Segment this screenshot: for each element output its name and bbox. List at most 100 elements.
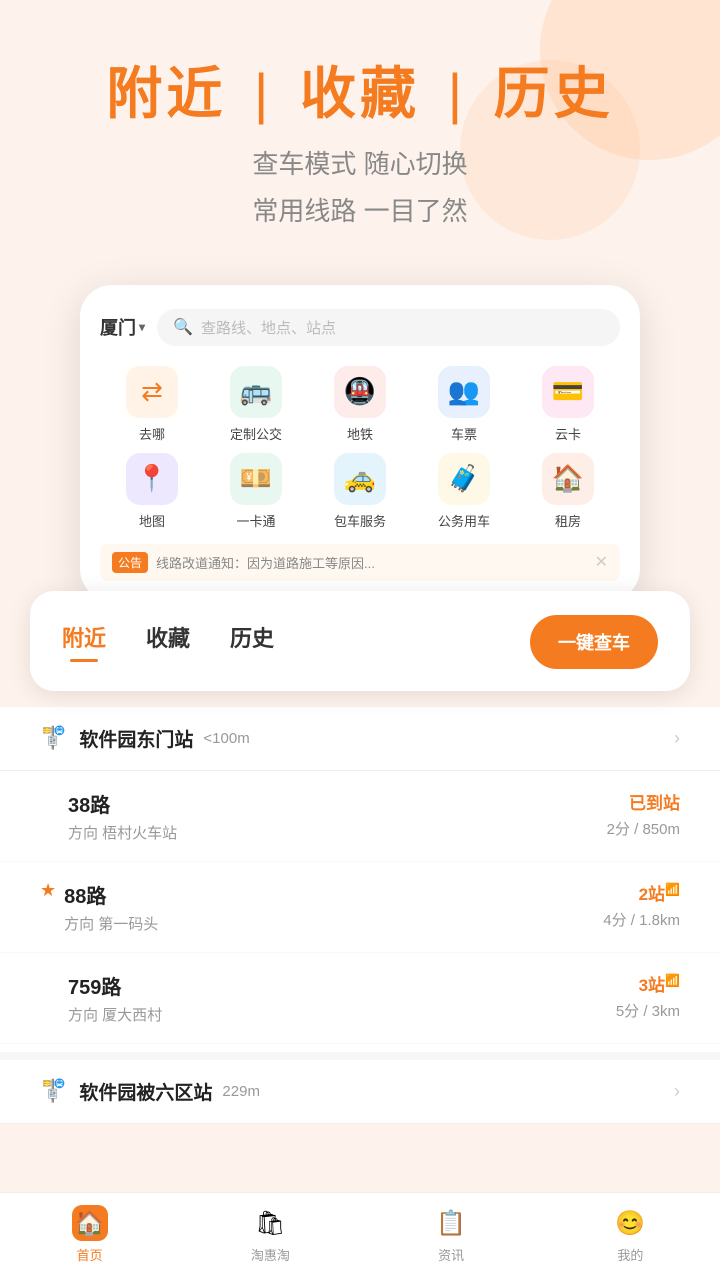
shop-icon: 🛍 [252,1205,288,1241]
one-click-check-button[interactable]: 一键查车 [530,615,658,669]
bus-row-38[interactable]: 38路 方向 梧村火车站 已到站 2分 / 850m [0,771,720,862]
news-icon: 📋 [433,1205,469,1241]
bus-38-status-text: 已到站 [607,789,680,814]
station-distance-1: <100m [203,730,249,747]
grid-item-yunka[interactable]: 💳 云卡 [516,366,620,443]
grid-item-charter[interactable]: 🚕 包车服务 [308,453,412,530]
grid-item-ticket[interactable]: 👥 车票 [412,366,516,443]
grid-item-custom-bus[interactable]: 🚌 定制公交 [204,366,308,443]
bus-row-88[interactable]: ★ 88路 方向 第一码头 2站📶 4分 / 1.8km [0,862,720,953]
station-header-1[interactable]: 🚏 软件园东门站 <100m › [0,707,720,771]
tab-history[interactable]: 历史 [230,621,274,662]
bus-38-direction: 方向 梧村火车站 [68,822,177,843]
subtitle-line2: 常用线路 一目了然 [40,188,680,235]
yunka-label: 云卡 [555,424,581,443]
bus-88-left: ★ 88路 方向 第一码头 [40,880,158,934]
title-part2: 收藏 [300,62,420,125]
announcement-text: 线路改道通知：因为道路施工等原因... [156,553,587,572]
announcement-tag: 公告 [112,552,148,573]
rent-icon: 🏠 [542,453,594,505]
phone-mockup: 厦门 ▾ 🔍 查路线、地点、站点 ⇄ 去哪 🚌 定制公交 🚇 地铁 [80,285,640,601]
official-car-label: 公务用车 [438,511,490,530]
title-part1: 附近 [106,62,226,125]
wifi-icon-88: 📶 [665,882,680,896]
map-label: 地图 [139,511,165,530]
ticket-label: 车票 [451,424,477,443]
tab-nearby-label: 附近 [62,621,106,653]
bus-38-status: 已到站 2分 / 850m [607,789,680,839]
nav-home[interactable]: 🏠 首页 [72,1205,108,1264]
grid-item-map[interactable]: 📍 地图 [100,453,204,530]
announcement-close-icon[interactable]: ✕ [595,552,608,572]
bus-88-info: 88路 方向 第一码头 [64,880,158,934]
ticket-icon: 👥 [438,366,490,418]
city-name: 厦门 [100,314,136,340]
tab-favorites[interactable]: 收藏 [146,621,190,662]
grid-item-rent[interactable]: 🏠 租房 [516,453,620,530]
bus-88-direction: 方向 第一码头 [64,913,158,934]
station-list: 🚏 软件园东门站 <100m › 38路 方向 梧村火车站 已到站 2分 / 8… [0,707,720,1124]
rent-label: 租房 [555,511,581,530]
bus-88-star-icon: ★ [40,880,56,901]
phone-icon-grid: ⇄ 去哪 🚌 定制公交 🚇 地铁 👥 车票 💳 云卡 📍 地 [100,366,620,530]
nav-home-label: 首页 [77,1245,103,1264]
search-bar[interactable]: 🔍 查路线、地点、站点 [157,309,620,346]
yunka-icon: 💳 [542,366,594,418]
nav-news[interactable]: 📋 资讯 [433,1205,469,1264]
station-header-2[interactable]: 🚏 软件园被六区站 229m › [0,1052,720,1124]
header-subtitle: 查车模式 随心切换 常用线路 一目了然 [40,141,680,235]
yikatong-icon: 💴 [230,453,282,505]
metro-icon: 🚇 [334,366,386,418]
bus-759-status-text: 3站📶 [616,971,680,996]
tab-nearby[interactable]: 附近 [62,621,106,662]
bus-88-status-text: 2站📶 [603,880,680,905]
title-part3: 历史 [494,62,614,125]
search-placeholder-text: 查路线、地点、站点 [201,317,336,338]
nav-shop[interactable]: 🛍 淘惠淘 [251,1205,290,1264]
tab-nearby-underline [70,659,98,662]
search-icon: 🔍 [173,317,193,337]
header-section: 附近 | 收藏 | 历史 查车模式 随心切换 常用线路 一目了然 [0,0,720,265]
nav-shop-label: 淘惠淘 [251,1245,290,1264]
home-icon: 🏠 [72,1205,108,1241]
phone-topbar: 厦门 ▾ 🔍 查路线、地点、站点 [100,309,620,346]
custom-bus-icon: 🚌 [230,366,282,418]
bus-759-time: 5分 / 3km [616,1000,680,1021]
custom-bus-label: 定制公交 [230,424,282,443]
nav-profile-label: 我的 [617,1245,643,1264]
grid-item-yikatong[interactable]: 💴 一卡通 [204,453,308,530]
charter-icon: 🚕 [334,453,386,505]
charter-label: 包车服务 [334,511,386,530]
tab-favorites-label: 收藏 [146,621,190,653]
grid-item-metro[interactable]: 🚇 地铁 [308,366,412,443]
bus-38-info: 38路 方向 梧村火车站 [68,789,177,843]
qunar-icon: ⇄ [126,366,178,418]
tabs-card: 附近 收藏 历史 一键查车 [30,591,690,691]
station-distance-2: 229m [222,1083,260,1100]
city-selector[interactable]: 厦门 ▾ [100,314,145,340]
title-divider2: | [448,62,486,125]
station-icon-2: 🚏 [40,1078,67,1104]
station-icon-1: 🚏 [40,725,67,751]
nav-profile[interactable]: 😊 我的 [612,1205,648,1264]
bus-row-759[interactable]: 759路 方向 厦大西村 3站📶 5分 / 3km [0,953,720,1044]
bus-759-status: 3站📶 5分 / 3km [616,971,680,1021]
station-arrow-1: › [674,728,680,749]
bus-88-time: 4分 / 1.8km [603,909,680,930]
bus-759-number: 759路 [68,971,162,1000]
bus-88-status: 2站📶 4分 / 1.8km [603,880,680,930]
grid-item-qunar[interactable]: ⇄ 去哪 [100,366,204,443]
bus-759-info: 759路 方向 厦大西村 [68,971,162,1025]
metro-label: 地铁 [347,424,373,443]
nav-news-label: 资讯 [438,1245,464,1264]
yikatong-label: 一卡通 [236,511,275,530]
official-car-icon: 🧳 [438,453,490,505]
bus-88-number: 88路 [64,880,158,909]
station-name-1: 软件园东门站 [79,725,193,752]
bus-759-direction: 方向 厦大西村 [68,1004,162,1025]
tab-history-label: 历史 [230,621,274,653]
city-arrow-icon: ▾ [139,320,145,334]
grid-item-official-car[interactable]: 🧳 公务用车 [412,453,516,530]
profile-icon: 😊 [612,1205,648,1241]
title-divider1: | [254,62,292,125]
